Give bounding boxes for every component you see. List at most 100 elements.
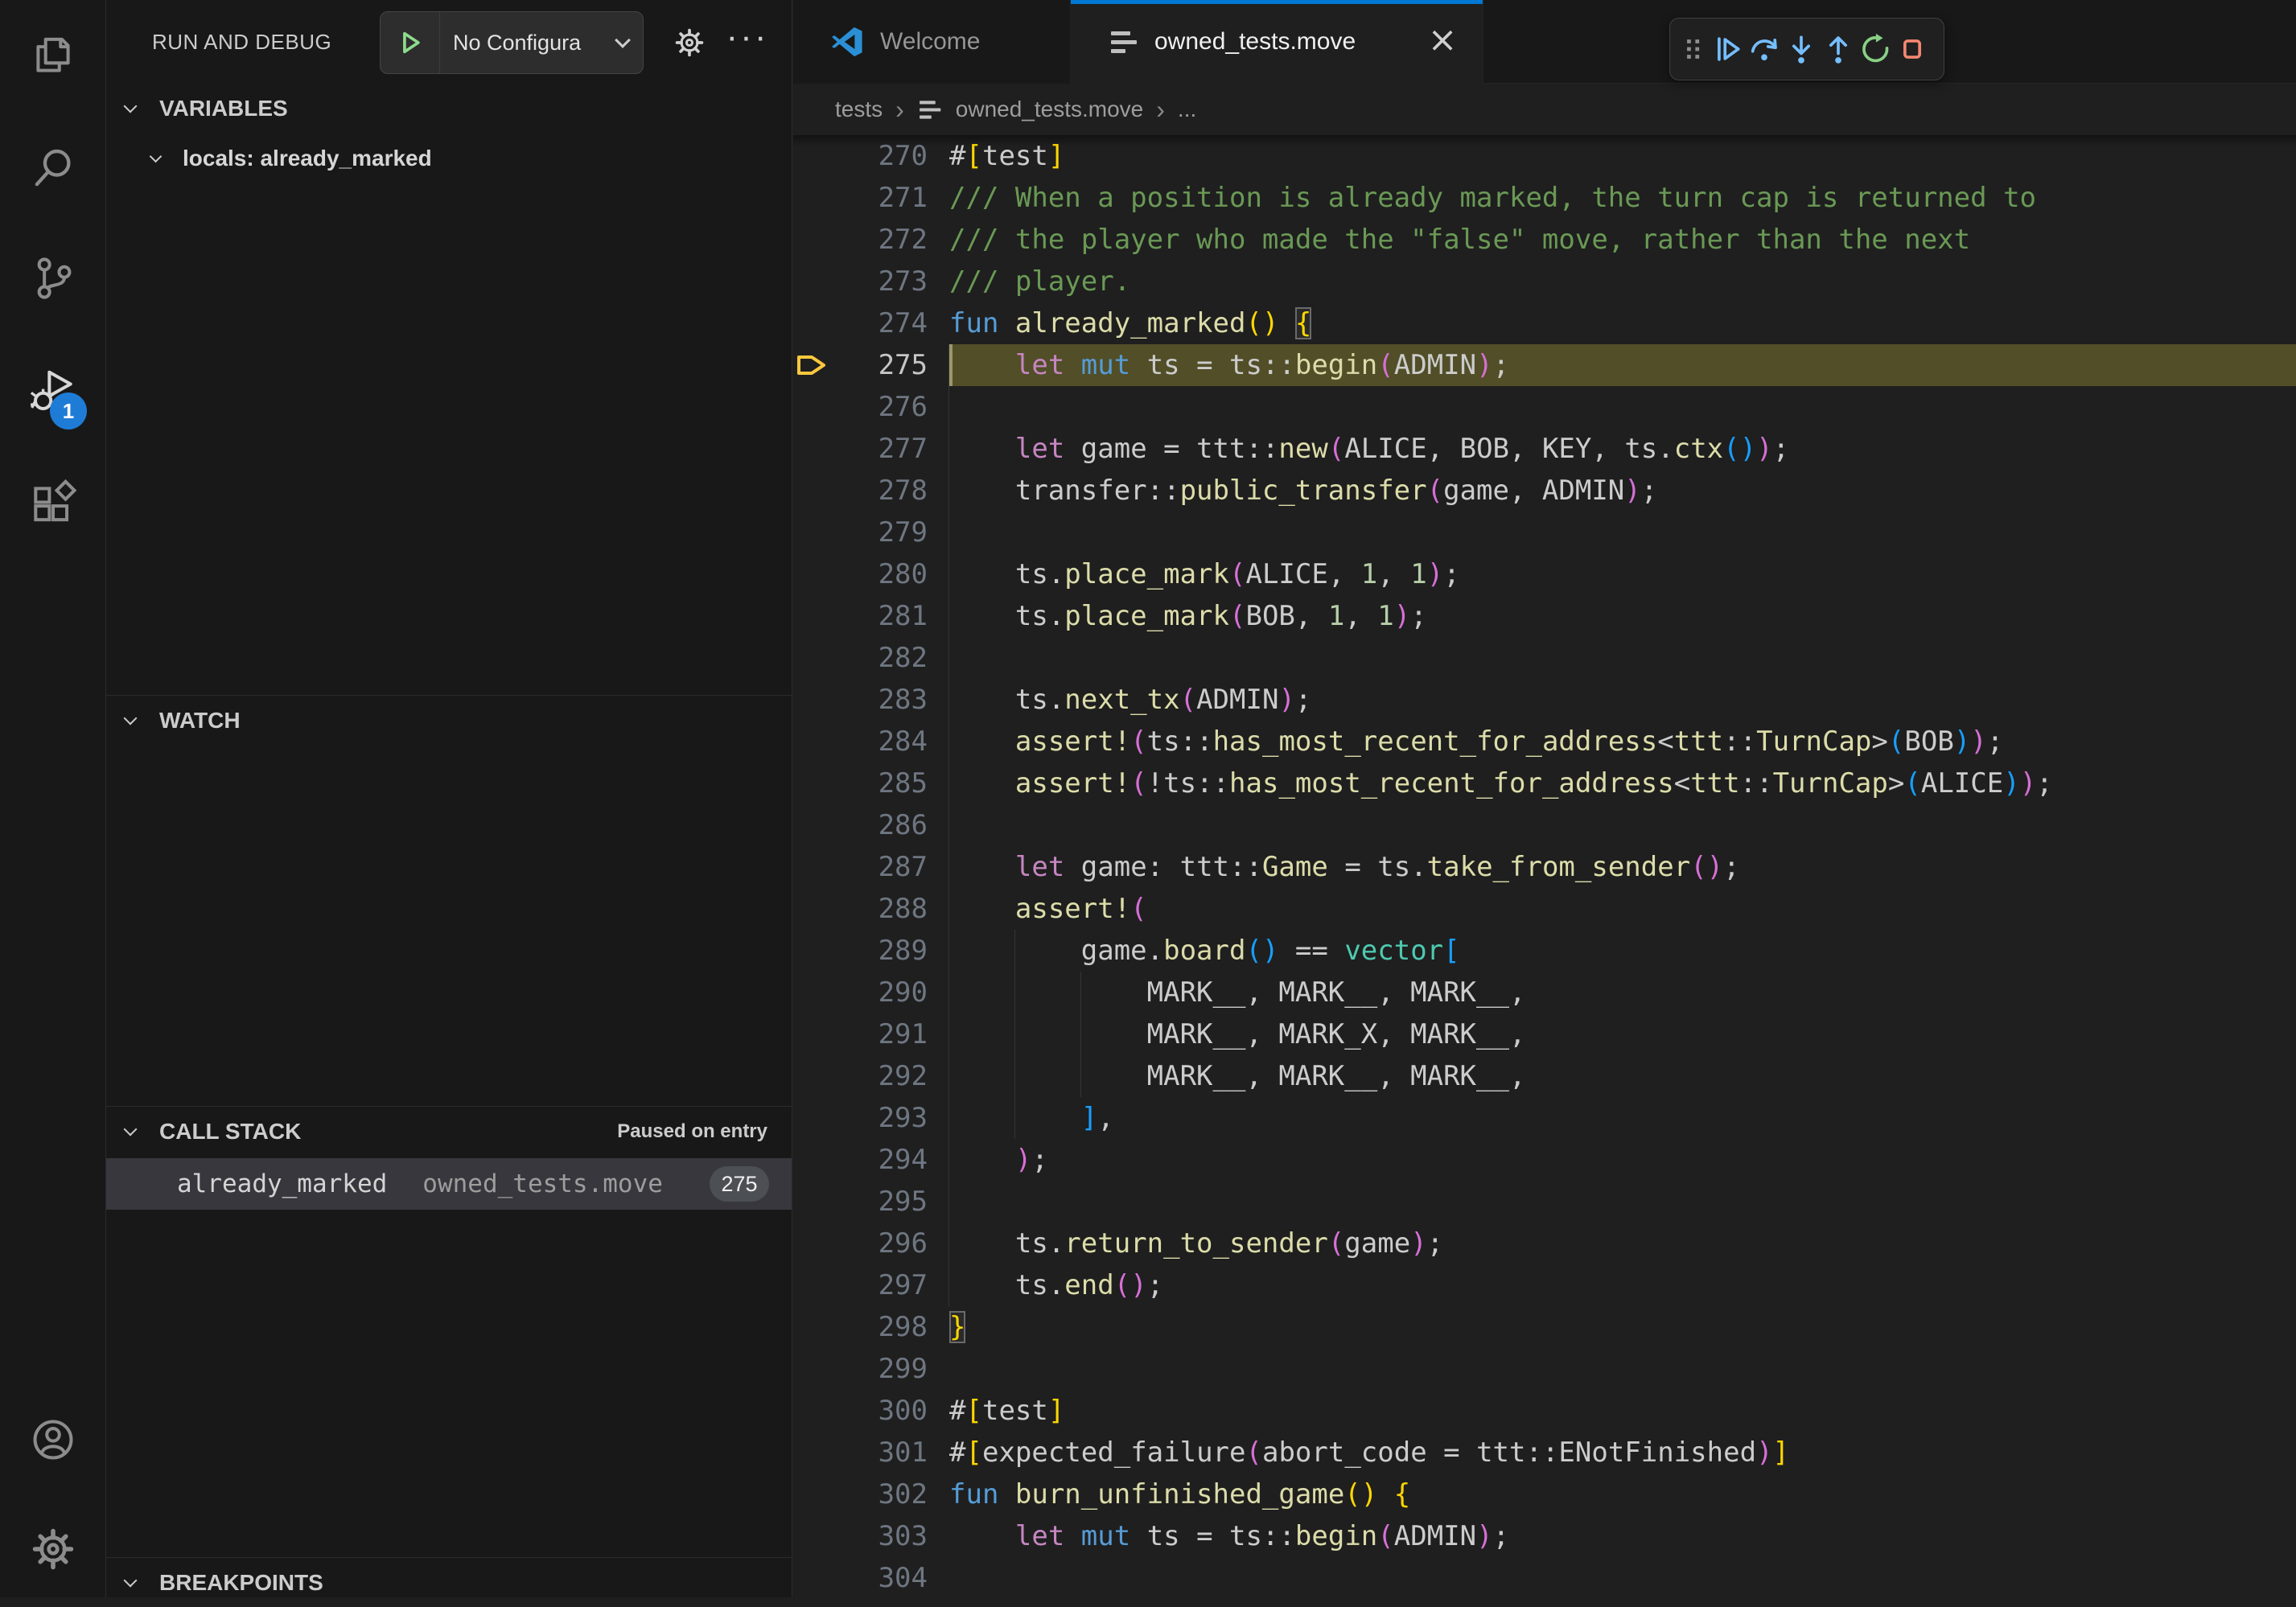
line-number[interactable]: 293 [793, 1097, 949, 1139]
call-stack-section-header[interactable]: CALL STACK Paused on entry [106, 1106, 792, 1156]
code-line[interactable]: 298} [793, 1306, 2296, 1348]
drag-grip-icon[interactable] [1678, 25, 1709, 73]
step-out-icon[interactable] [1820, 25, 1857, 73]
code-text: let mut ts = ts::begin(ADMIN); [949, 1515, 2296, 1557]
code-line[interactable]: 272/// the player who made the "false" m… [793, 219, 2296, 261]
code-line[interactable]: 285 assert!(!ts::has_most_recent_for_add… [793, 762, 2296, 804]
line-number[interactable]: 279 [793, 512, 949, 553]
stop-icon[interactable] [1894, 25, 1931, 73]
code-line[interactable]: 289 game.board() == vector[ [793, 930, 2296, 972]
line-number[interactable]: 292 [793, 1055, 949, 1097]
code-line[interactable]: 280 ts.place_mark(ALICE, 1, 1); [793, 553, 2296, 595]
variables-scope-row[interactable]: locals: already_marked [106, 135, 792, 182]
line-number[interactable]: 300 [793, 1390, 949, 1432]
step-over-icon[interactable] [1746, 25, 1783, 73]
line-number[interactable]: 301 [793, 1432, 949, 1473]
line-number[interactable]: 289 [793, 930, 949, 972]
line-number[interactable]: 276 [793, 386, 949, 428]
code-line[interactable]: 300#[test] [793, 1390, 2296, 1432]
restart-icon[interactable] [1857, 25, 1894, 73]
code-line[interactable]: 282 [793, 637, 2296, 679]
step-into-icon[interactable] [1783, 25, 1820, 73]
breadcrumb-item-symbol[interactable]: ... [1178, 97, 1196, 122]
code-line[interactable]: 292 MARK__, MARK__, MARK__, [793, 1055, 2296, 1097]
code-line[interactable]: 304 [793, 1557, 2296, 1599]
breakpoints-section-header[interactable]: BREAKPOINTS [106, 1557, 792, 1607]
code-line[interactable]: 281 ts.place_mark(BOB, 1, 1); [793, 595, 2296, 637]
tab-welcome[interactable]: Welcome [793, 0, 1071, 84]
code-editor[interactable]: 270#[test]271/// When a position is alre… [793, 135, 2296, 1599]
code-line[interactable]: 288 assert!( [793, 888, 2296, 930]
line-number[interactable]: 283 [793, 679, 949, 721]
close-icon[interactable]: × [1422, 0, 1463, 84]
launch-configuration-dropdown[interactable]: No Configura [380, 11, 644, 74]
code-line[interactable]: 278 transfer::public_transfer(game, ADMI… [793, 470, 2296, 512]
line-number[interactable]: 284 [793, 721, 949, 762]
code-line[interactable]: 286 [793, 804, 2296, 846]
continue-icon[interactable] [1709, 25, 1746, 73]
line-number[interactable]: 294 [793, 1139, 949, 1181]
line-number[interactable]: 295 [793, 1181, 949, 1223]
explorer-icon[interactable] [28, 31, 78, 80]
line-number[interactable]: 297 [793, 1264, 949, 1306]
code-line[interactable]: 287 let game: ttt::Game = ts.take_from_s… [793, 846, 2296, 888]
code-line[interactable]: 296 ts.return_to_sender(game); [793, 1223, 2296, 1264]
line-number[interactable]: 296 [793, 1223, 949, 1264]
line-number[interactable]: 303 [793, 1515, 949, 1557]
line-number[interactable]: 272 [793, 219, 949, 261]
code-line[interactable]: 275 let mut ts = ts::begin(ADMIN); [793, 344, 2296, 386]
debug-gear-icon[interactable] [661, 14, 718, 71]
line-number[interactable]: 287 [793, 846, 949, 888]
line-number[interactable]: 277 [793, 428, 949, 470]
code-line[interactable]: 290 MARK__, MARK__, MARK__, [793, 972, 2296, 1013]
code-line[interactable]: 294 ); [793, 1139, 2296, 1181]
code-line[interactable]: 277 let game = ttt::new(ALICE, BOB, KEY,… [793, 428, 2296, 470]
line-number[interactable]: 298 [793, 1306, 949, 1348]
line-number[interactable]: 278 [793, 470, 949, 512]
line-number[interactable]: 274 [793, 302, 949, 344]
code-line[interactable]: 276 [793, 386, 2296, 428]
search-icon[interactable] [28, 143, 78, 193]
start-debugging-play-icon[interactable] [381, 12, 440, 73]
code-line[interactable]: 299 [793, 1348, 2296, 1390]
line-number[interactable]: 299 [793, 1348, 949, 1390]
breadcrumb-item-tests[interactable]: tests [835, 97, 883, 122]
line-number[interactable]: 270 [793, 135, 949, 177]
source-control-icon[interactable] [28, 253, 78, 303]
settings-gear-icon[interactable] [28, 1524, 78, 1574]
code-line[interactable]: 302fun burn_unfinished_game() { [793, 1473, 2296, 1515]
code-line[interactable]: 284 assert!(ts::has_most_recent_for_addr… [793, 721, 2296, 762]
line-number[interactable]: 285 [793, 762, 949, 804]
line-number[interactable]: 291 [793, 1013, 949, 1055]
code-line[interactable]: 301#[expected_failure(abort_code = ttt::… [793, 1432, 2296, 1473]
line-number[interactable]: 280 [793, 553, 949, 595]
code-line[interactable]: 297 ts.end(); [793, 1264, 2296, 1306]
line-number[interactable]: 290 [793, 972, 949, 1013]
line-number[interactable]: 281 [793, 595, 949, 637]
more-actions-icon[interactable]: ··· [719, 11, 776, 68]
code-line[interactable]: 270#[test] [793, 135, 2296, 177]
line-number[interactable]: 304 [793, 1557, 949, 1599]
code-line[interactable]: 293 ], [793, 1097, 2296, 1139]
code-line[interactable]: 274fun already_marked() { [793, 302, 2296, 344]
watch-section-header[interactable]: WATCH [106, 695, 792, 745]
extensions-icon[interactable] [28, 479, 78, 528]
code-line[interactable]: 303 let mut ts = ts::begin(ADMIN); [793, 1515, 2296, 1557]
breadcrumb-item-file[interactable]: owned_tests.move [956, 97, 1143, 122]
code-line[interactable]: 279 [793, 512, 2296, 553]
code-line[interactable]: 295 [793, 1181, 2296, 1223]
line-number[interactable]: 271 [793, 177, 949, 219]
call-stack-frame[interactable]: already_markedowned_tests.move275 [106, 1158, 792, 1210]
code-line[interactable]: 271/// When a position is already marked… [793, 177, 2296, 219]
line-number[interactable]: 273 [793, 261, 949, 302]
code-line[interactable]: 273/// player. [793, 261, 2296, 302]
tab-owned-tests[interactable]: owned_tests.move × [1071, 0, 1483, 84]
code-line[interactable]: 283 ts.next_tx(ADMIN); [793, 679, 2296, 721]
line-number[interactable]: 282 [793, 637, 949, 679]
code-line[interactable]: 291 MARK__, MARK_X, MARK__, [793, 1013, 2296, 1055]
account-icon[interactable] [28, 1415, 78, 1465]
line-number[interactable]: 288 [793, 888, 949, 930]
line-number[interactable]: 286 [793, 804, 949, 846]
line-number[interactable]: 302 [793, 1473, 949, 1515]
variables-section-header[interactable]: VARIABLES [106, 84, 792, 134]
